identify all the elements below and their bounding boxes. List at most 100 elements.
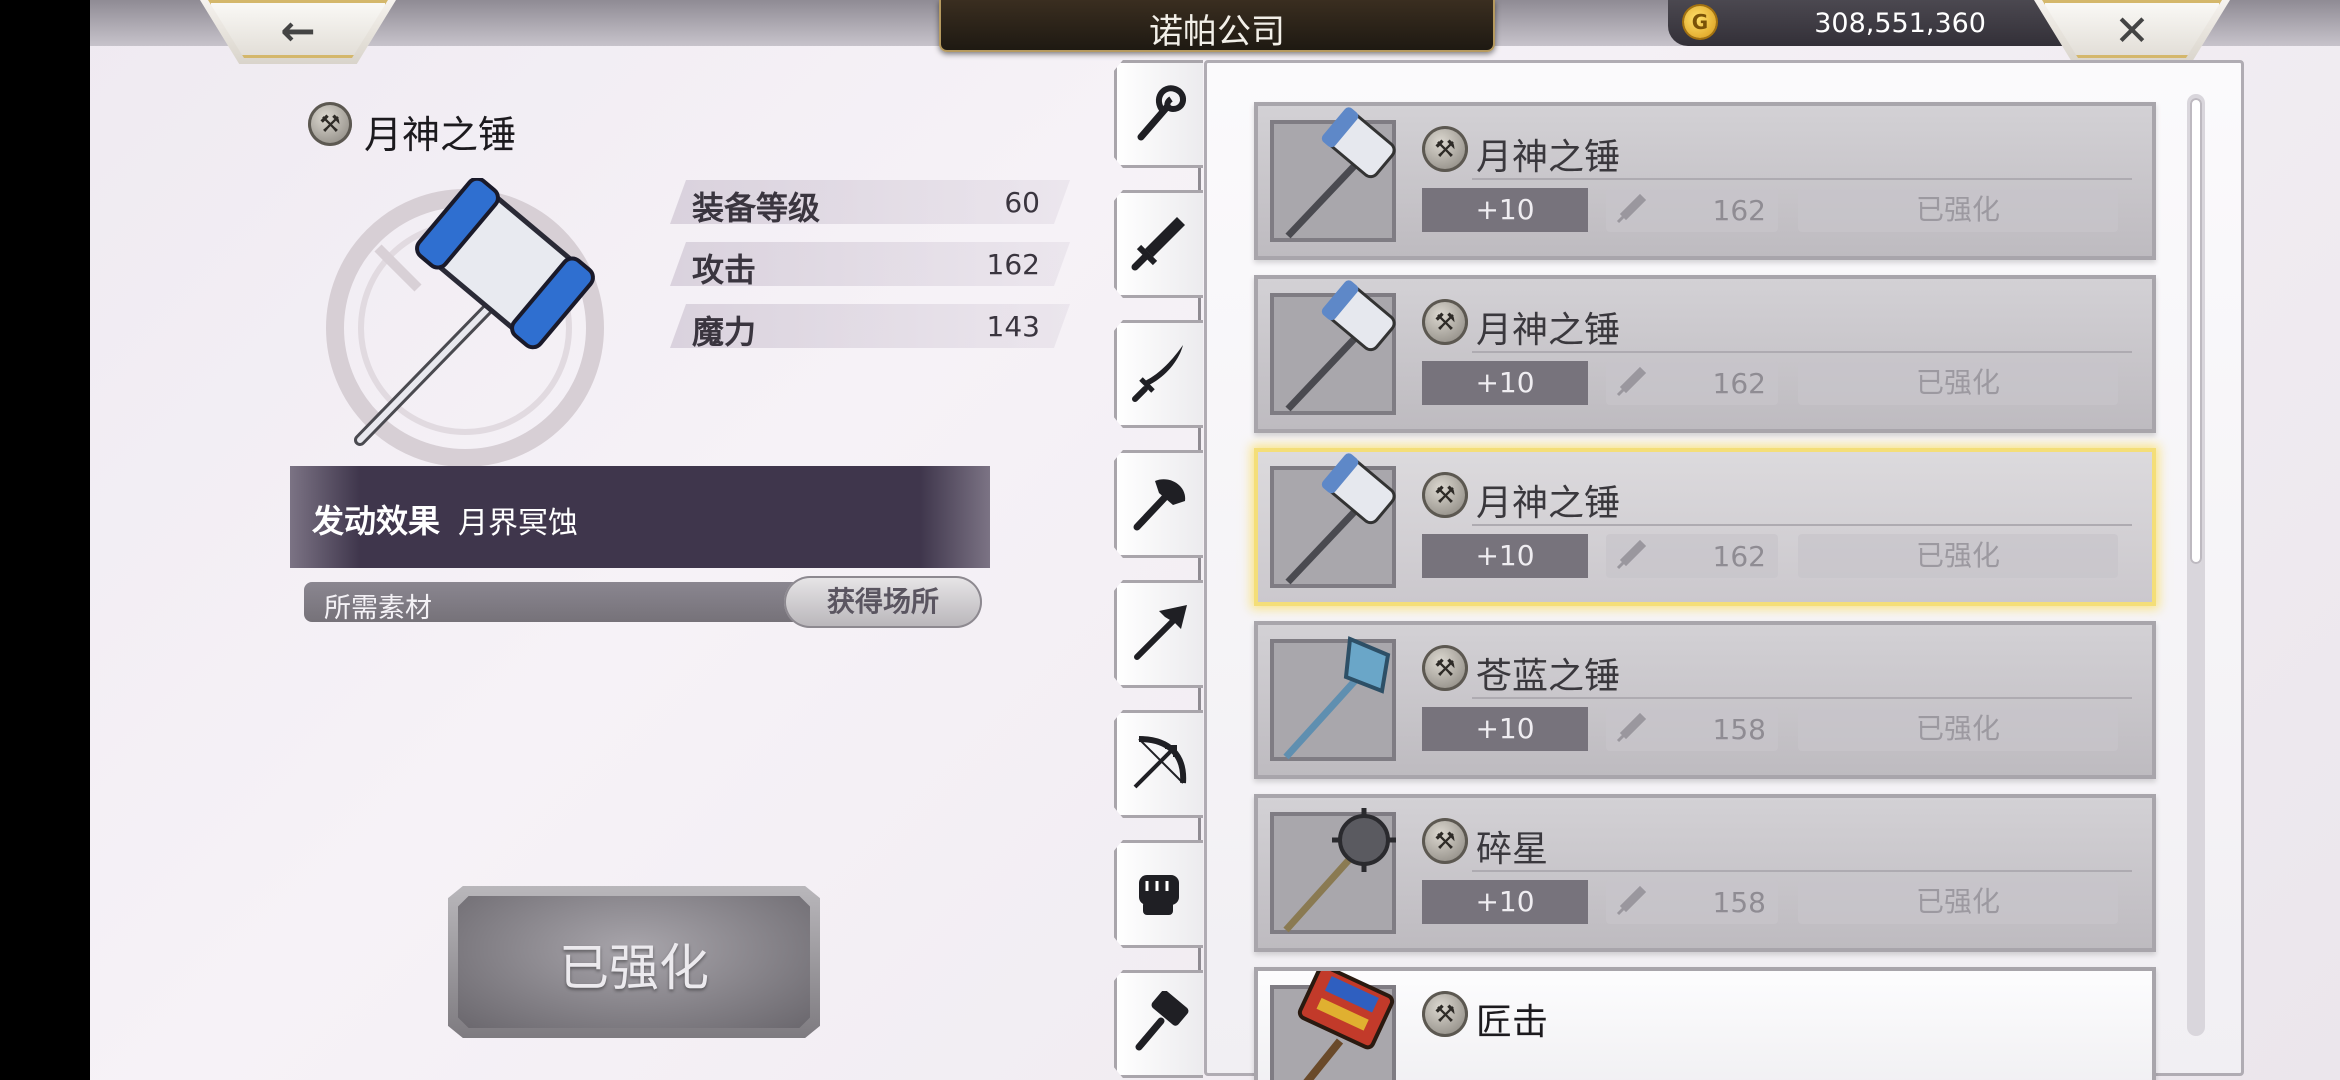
stat-value: 60: [1004, 186, 1040, 219]
stat-value: 162: [986, 248, 1040, 281]
enhanced-status: 已强化: [1798, 534, 2118, 578]
attack-box: 162: [1606, 188, 1778, 232]
spear-icon: [1134, 605, 1187, 660]
enhanced-status: 已强化: [1798, 880, 2118, 924]
name-divider: [1472, 178, 2132, 180]
gold-counter: G 308,551,360: [1668, 0, 2064, 46]
item-card-selected[interactable]: ⚒ 月神之锤 +10 162 已强化: [1254, 448, 2156, 606]
attack-value: 162: [1712, 540, 1766, 573]
item-card[interactable]: ⚒ 碎星 +10 158 已强化: [1254, 794, 2156, 952]
enhance-level: +10: [1422, 534, 1588, 578]
name-divider: [1472, 697, 2132, 699]
weapon-preview: [326, 178, 604, 467]
hammer-icon: [1135, 991, 1189, 1051]
category-tabs: [1114, 60, 1204, 1078]
effect-bar: 发动效果 月界冥蚀: [290, 466, 990, 568]
tab-axe[interactable]: [1114, 450, 1203, 558]
attack-value: 162: [1712, 194, 1766, 227]
item-name: 月神之锤: [1476, 310, 1621, 351]
tab-hammer[interactable]: [1114, 970, 1203, 1078]
game-screen: ← 诺帕公司 G 308,551,360 ✕ ⚒ 月神之锤 装备等级 60 攻击…: [90, 0, 2340, 1080]
item-card[interactable]: ⚒ 月神之锤 +10 162 已强化: [1254, 275, 2156, 433]
back-button[interactable]: ←: [200, 0, 396, 64]
item-thumbnail: [1270, 971, 1396, 1080]
fist-icon: [1139, 875, 1179, 915]
tab-staff[interactable]: [1114, 60, 1203, 168]
hammer-type-icon: ⚒: [1422, 818, 1468, 864]
stat-row-attack: 攻击 162: [670, 242, 1070, 286]
enhanced-status: 已强化: [1798, 361, 2118, 405]
item-thumbnail: [1270, 453, 1396, 588]
attack-box: 162: [1606, 361, 1778, 405]
attack-box: 158: [1606, 880, 1778, 924]
attack-box: 162: [1606, 534, 1778, 578]
stat-label: 装备等级: [692, 189, 821, 227]
hammer-type-icon: ⚒: [1422, 299, 1468, 345]
gold-amount: 308,551,360: [1814, 8, 1986, 39]
item-thumbnail: [1270, 280, 1396, 415]
hammer-type-icon: ⚒: [308, 102, 352, 146]
katana-icon: [1132, 345, 1183, 402]
attack-sword-icon: [1616, 194, 1646, 224]
attack-sword-icon: [1616, 540, 1646, 570]
item-thumbnail: [1270, 808, 1396, 934]
close-icon: ✕: [2114, 6, 2150, 55]
stat-value: 143: [986, 310, 1040, 343]
enhance-level: +10: [1422, 880, 1588, 924]
materials-label: 所需素材: [324, 593, 432, 624]
stat-label: 魔力: [692, 313, 757, 351]
bow-icon: [1133, 736, 1187, 789]
item-name: 苍蓝之锤: [1476, 656, 1621, 697]
enhance-level: +10: [1422, 707, 1588, 751]
stat-row-magic: 魔力 143: [670, 304, 1070, 348]
stat-label: 攻击: [692, 251, 757, 289]
attack-value: 162: [1712, 367, 1766, 400]
enhanced-status: 已强化: [1798, 188, 2118, 232]
moon-hammer-thumb-icon: [1285, 280, 1396, 412]
effect-value: 月界冥蚀: [458, 506, 578, 541]
enhance-button-label: 已强化: [559, 939, 709, 997]
acquire-location-button[interactable]: 获得场所: [784, 576, 982, 628]
sword-icon: [1131, 217, 1185, 271]
name-divider: [1472, 870, 2132, 872]
shop-title-plate: 诺帕公司: [939, 0, 1495, 52]
tab-fist[interactable]: [1114, 840, 1203, 948]
hammer-type-icon: ⚒: [1422, 991, 1468, 1037]
gold-coin-icon: G: [1684, 6, 1716, 38]
close-button[interactable]: ✕: [2034, 0, 2230, 64]
tab-spear[interactable]: [1114, 580, 1203, 688]
attack-box: 158: [1606, 707, 1778, 751]
enhance-button[interactable]: 已强化: [448, 886, 820, 1038]
name-divider: [1472, 524, 2132, 526]
tab-katana[interactable]: [1114, 320, 1203, 428]
mace-thumb-icon: [1283, 808, 1396, 933]
attack-value: 158: [1712, 713, 1766, 746]
attack-value: 158: [1712, 886, 1766, 919]
tab-sword[interactable]: [1114, 190, 1203, 298]
item-thumbnail: [1270, 107, 1396, 242]
attack-sword-icon: [1616, 713, 1646, 743]
effect-label: 发动效果: [312, 502, 441, 540]
item-name: 碎星: [1476, 829, 1549, 870]
artisan-hammer-thumb-icon: [1297, 971, 1395, 1080]
item-card[interactable]: ⚒ 苍蓝之锤 +10 158 已强化: [1254, 621, 2156, 779]
azure-hammer-thumb-icon: [1283, 636, 1391, 760]
detail-item-name: 月神之锤: [364, 113, 517, 157]
item-name: 月神之锤: [1476, 137, 1621, 178]
hammer-type-icon: ⚒: [1422, 126, 1468, 172]
enhance-level: +10: [1422, 361, 1588, 405]
axe-icon: [1133, 479, 1186, 531]
shop-title: 诺帕公司: [1149, 12, 1285, 52]
hammer-type-icon: ⚒: [1422, 645, 1468, 691]
moon-hammer-thumb-icon: [1285, 453, 1396, 585]
staff-icon: [1137, 85, 1186, 141]
attack-sword-icon: [1616, 886, 1646, 916]
item-name: 月神之锤: [1476, 483, 1621, 524]
attack-sword-icon: [1616, 367, 1646, 397]
item-card[interactable]: ⚒ 匠击: [1254, 967, 2156, 1080]
tab-bow[interactable]: [1114, 710, 1203, 818]
scrollbar-thumb[interactable]: [2190, 98, 2202, 564]
item-card[interactable]: ⚒ 月神之锤 +10 162 已强化: [1254, 102, 2156, 260]
name-divider: [1472, 351, 2132, 353]
enhance-level: +10: [1422, 188, 1588, 232]
